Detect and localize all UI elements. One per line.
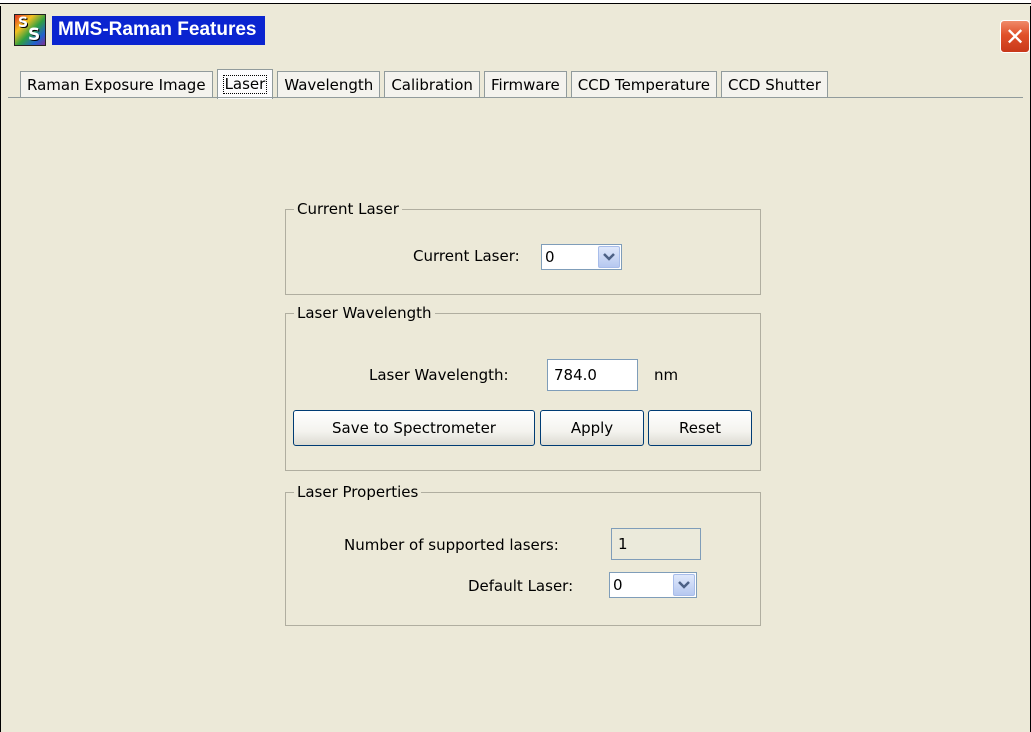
tab-label: Raman Exposure Image: [27, 75, 206, 94]
current-laser-value: 0: [545, 248, 555, 266]
current-laser-select[interactable]: 0: [541, 244, 622, 270]
chevron-down-icon[interactable]: [673, 574, 695, 596]
app-logo-icon: S S: [14, 14, 46, 46]
supported-lasers-value: 1: [618, 535, 628, 553]
tab-divider: [8, 97, 1023, 98]
tab-label: Calibration: [391, 75, 473, 94]
tab-wavelength[interactable]: Wavelength: [277, 71, 381, 97]
group-legend: Laser Wavelength: [294, 304, 435, 322]
tab-label: Wavelength: [284, 75, 374, 94]
window-title: MMS-Raman Features: [52, 15, 265, 45]
group-legend: Laser Properties: [294, 483, 422, 501]
app-logo-letter: S: [18, 15, 29, 31]
top-border: [0, 0, 1031, 4]
title-bar[interactable]: S S MMS-Raman Features: [0, 12, 265, 48]
default-laser-label: Default Laser:: [468, 577, 574, 595]
group-legend: Current Laser: [294, 200, 402, 218]
save-to-spectrometer-button[interactable]: Save to Spectrometer: [293, 410, 535, 446]
tab-bar: Raman Exposure Image Laser Wavelength Ca…: [20, 67, 832, 99]
tab-firmware[interactable]: Firmware: [483, 71, 567, 97]
supported-lasers-field: 1: [611, 528, 701, 560]
laser-wavelength-value: 784.0: [554, 366, 597, 384]
tab-ccd-temperature[interactable]: CCD Temperature: [570, 71, 717, 97]
close-button[interactable]: ✕: [1000, 20, 1030, 53]
tab-laser[interactable]: Laser: [216, 69, 274, 99]
tab-label: Laser: [222, 75, 268, 94]
tab-label: CCD Temperature: [577, 75, 710, 94]
app-logo-letter: S: [28, 25, 41, 45]
current-laser-label: Current Laser:: [413, 247, 520, 265]
chevron-down-icon[interactable]: [598, 246, 620, 268]
close-icon: ✕: [1004, 22, 1026, 51]
default-laser-select[interactable]: 0: [609, 572, 697, 598]
tab-calibration[interactable]: Calibration: [384, 71, 480, 97]
laser-wavelength-input[interactable]: 784.0: [547, 359, 638, 391]
wavelength-button-row: Save to Spectrometer Apply Reset: [293, 410, 753, 446]
reset-button[interactable]: Reset: [648, 410, 752, 446]
laser-wavelength-group: Laser Wavelength Laser Wavelength: 784.0…: [285, 304, 761, 471]
tab-raman-exposure-image[interactable]: Raman Exposure Image: [20, 71, 213, 97]
laser-wavelength-label: Laser Wavelength:: [369, 366, 509, 384]
apply-button[interactable]: Apply: [540, 410, 644, 446]
default-laser-value: 0: [613, 576, 623, 594]
tab-label: CCD Shutter: [727, 75, 821, 94]
laser-properties-group: Laser Properties Number of supported las…: [285, 483, 761, 626]
supported-lasers-label: Number of supported lasers:: [344, 536, 559, 554]
tab-label: Firmware: [490, 75, 560, 94]
wavelength-unit: nm: [654, 366, 679, 384]
current-laser-group: Current Laser Current Laser: 0: [285, 200, 761, 295]
tab-ccd-shutter[interactable]: CCD Shutter: [720, 71, 828, 97]
